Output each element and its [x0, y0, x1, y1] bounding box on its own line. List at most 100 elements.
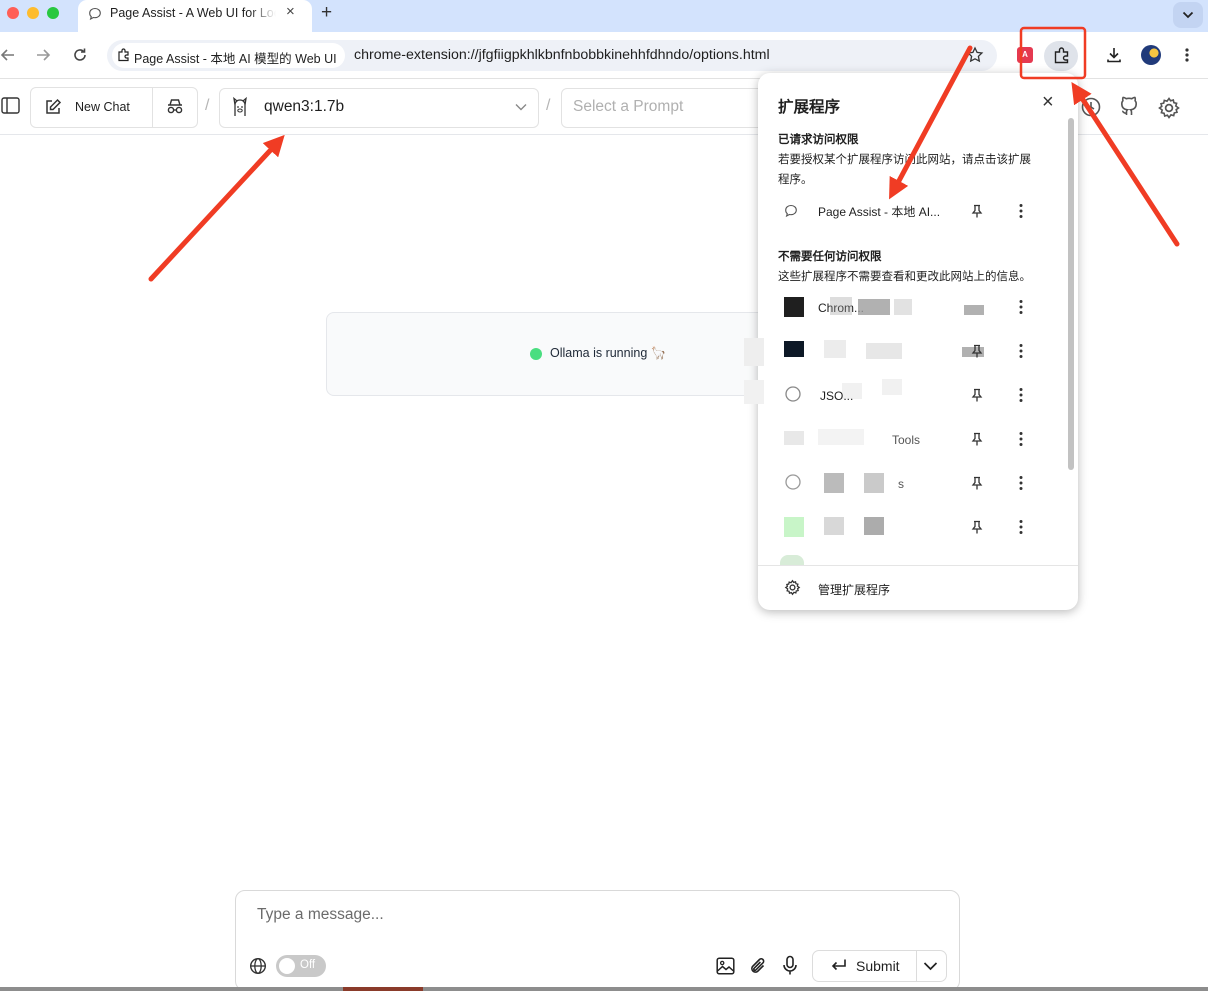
more-vertical-icon[interactable] [1019, 343, 1023, 359]
separator: / [546, 97, 551, 114]
redaction-block [864, 517, 884, 535]
pin-icon[interactable] [970, 344, 984, 358]
incognito-icon[interactable] [165, 98, 185, 116]
extensions-popup: 扩展程序 × 已请求访问权限 若要授权某个扩展程序访问此网站，请点击该扩展 程序… [758, 73, 1078, 610]
more-vertical-icon[interactable] [1019, 299, 1023, 315]
requested-access-desc-2: 程序。 [778, 174, 813, 186]
annotation-arrow [148, 134, 285, 282]
site-chip-label: Page Assist - 本地 AI 模型的 Web UI [134, 52, 337, 66]
pin-icon[interactable] [970, 204, 984, 218]
requested-access-heading: 已请求访问权限 [778, 134, 859, 146]
pin-icon[interactable] [970, 388, 984, 402]
divider [916, 950, 917, 982]
globe-icon[interactable] [249, 957, 267, 975]
settings-gear-icon[interactable] [1157, 96, 1181, 120]
extension-row[interactable]: JSO... [766, 379, 1056, 411]
tab-close-button[interactable]: × [286, 3, 295, 20]
history-icon[interactable] [1080, 96, 1102, 118]
redaction-block [824, 340, 846, 358]
redaction-block [824, 517, 844, 535]
chevron-down-icon [1182, 11, 1194, 19]
extension-icon [785, 474, 801, 490]
redaction-block [744, 338, 764, 366]
pin-icon[interactable] [970, 520, 984, 534]
extension-row[interactable]: Chrom... [766, 291, 1056, 323]
bookmark-star-icon[interactable] [966, 46, 984, 64]
maximize-window-button[interactable] [47, 7, 59, 19]
extension-row[interactable]: s [766, 467, 1056, 499]
profile-avatar[interactable] [1141, 45, 1161, 65]
url-text[interactable]: chrome-extension://jfgfiigpkhlkbnfnbobbk… [354, 47, 770, 63]
paperclip-icon[interactable] [748, 956, 768, 976]
redaction-block [842, 383, 862, 399]
back-arrow-icon[interactable] [0, 47, 16, 63]
extension-icon [784, 341, 804, 357]
chat-bubble-icon [89, 7, 101, 21]
extension-row-page-assist[interactable]: Page Assist - 本地 AI... [766, 195, 1056, 227]
redaction-block [818, 429, 864, 445]
puzzle-icon [118, 48, 129, 62]
redaction-block [964, 305, 984, 315]
popup-title: 扩展程序 [778, 99, 841, 116]
redaction-block [830, 297, 852, 315]
chat-bubble-icon [785, 204, 797, 218]
extensions-button[interactable] [1044, 41, 1078, 71]
sidebar-toggle-icon[interactable] [1, 97, 20, 114]
microphone-icon[interactable] [781, 955, 799, 976]
more-vertical-icon[interactable] [1184, 47, 1190, 63]
puzzle-icon [1054, 47, 1069, 64]
new-tab-button[interactable]: + [321, 2, 332, 24]
pin-icon[interactable] [970, 432, 984, 446]
manage-extensions-label: 管理扩展程序 [818, 583, 891, 597]
more-vertical-icon[interactable] [1019, 519, 1023, 535]
translate-extension-icon[interactable]: A [1017, 47, 1033, 63]
separator: / [205, 97, 210, 114]
extension-row[interactable] [766, 511, 1056, 543]
download-icon[interactable] [1105, 46, 1123, 64]
no-access-desc: 这些扩展程序不需要查看和更改此网站上的信息。 [778, 271, 1031, 283]
tab-title: Page Assist - A Web UI for Local AI Mode… [110, 6, 276, 20]
json-extension-icon [785, 386, 801, 402]
more-vertical-icon[interactable] [1019, 387, 1023, 403]
toggle-knob [279, 958, 295, 974]
new-chat-button[interactable]: New Chat [75, 100, 130, 114]
redaction-block [858, 299, 890, 315]
extension-row[interactable]: Tools [766, 423, 1056, 455]
forward-arrow-icon[interactable] [35, 47, 51, 63]
tab-search-button[interactable] [1173, 2, 1203, 28]
popup-close-button[interactable]: × [1042, 91, 1054, 114]
extension-row[interactable] [766, 335, 1056, 367]
more-vertical-icon[interactable] [1019, 475, 1023, 491]
divider [152, 88, 153, 127]
more-vertical-icon[interactable] [1019, 203, 1023, 219]
redaction-block [744, 380, 764, 404]
requested-access-desc: 若要授权某个扩展程序访问此网站，请点击该扩展 [778, 154, 1031, 166]
github-icon[interactable] [1118, 96, 1140, 118]
model-name: qwen3:1.7b [264, 98, 345, 115]
more-vertical-icon[interactable] [1019, 431, 1023, 447]
manage-extensions-button[interactable]: 管理扩展程序 [758, 566, 1078, 610]
message-input[interactable]: Type a message... [257, 906, 384, 924]
extension-icon [780, 555, 804, 565]
close-window-button[interactable] [7, 7, 19, 19]
enter-return-icon [831, 959, 846, 971]
chevron-down-icon[interactable] [923, 961, 938, 971]
redaction-block [824, 473, 844, 493]
edit-icon[interactable] [44, 98, 62, 116]
chevron-down-icon [515, 104, 527, 111]
minimize-window-button[interactable] [27, 7, 39, 19]
redaction-block [864, 473, 884, 493]
popup-scrollbar[interactable] [1068, 118, 1074, 470]
redaction-block [866, 343, 902, 359]
ollama-status-text: Ollama is running 🦙 [550, 346, 667, 360]
bottom-edge-accent [343, 987, 423, 991]
prompt-select-placeholder: Select a Prompt [573, 98, 684, 115]
extension-label: s [898, 477, 904, 491]
reload-icon[interactable] [72, 47, 88, 63]
status-dot [530, 348, 542, 360]
extension-label: Page Assist - 本地 AI... [818, 205, 941, 219]
image-icon[interactable] [716, 957, 735, 975]
extension-icon [784, 297, 804, 317]
pin-icon[interactable] [970, 476, 984, 490]
extension-icon [784, 517, 804, 537]
